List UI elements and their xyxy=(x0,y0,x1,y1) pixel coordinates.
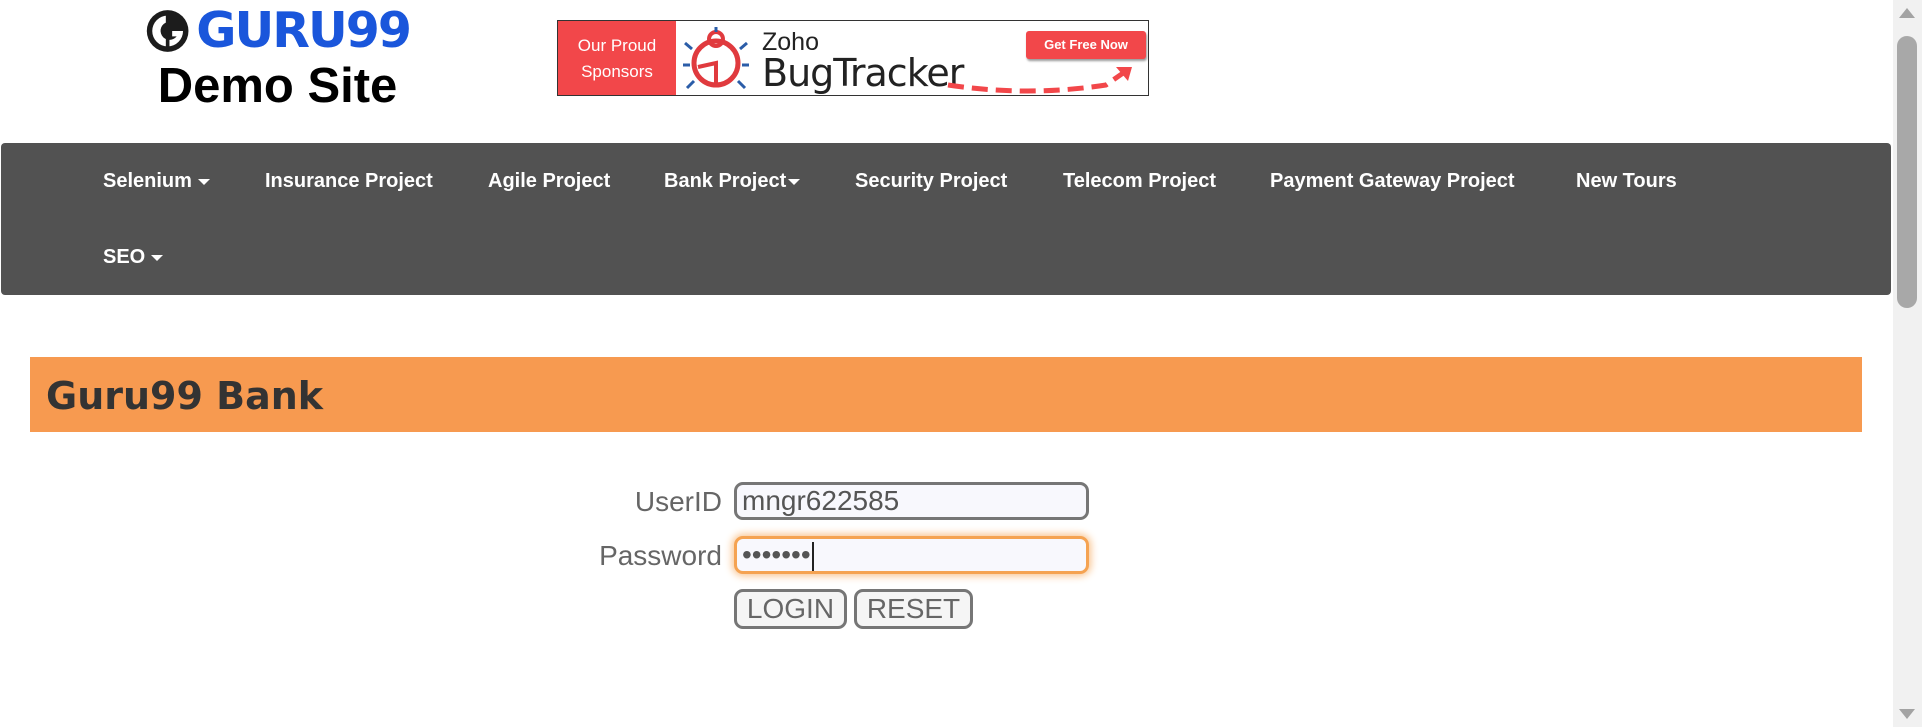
sponsor-product: BugTracker xyxy=(762,51,964,95)
chevron-down-icon xyxy=(788,178,801,185)
nav-item-selenium[interactable]: Selenium xyxy=(103,169,210,193)
nav-item-new-tours[interactable]: New Tours xyxy=(1576,169,1677,193)
nav-item-label: Payment Gateway Project xyxy=(1270,170,1515,192)
sponsor-tag: Our Proud Sponsors xyxy=(558,21,676,95)
nav-item-label: Insurance Project xyxy=(265,170,433,192)
sponsor-tag-line1: Our Proud xyxy=(577,36,657,55)
nav-item-label: New Tours xyxy=(1576,170,1677,192)
chevron-down-icon xyxy=(151,254,164,261)
nav-item-telecom-project[interactable]: Telecom Project xyxy=(1063,169,1216,193)
nav-item-agile-project[interactable]: Agile Project xyxy=(488,169,610,193)
dashed-arrow-icon xyxy=(947,67,1132,94)
bank-banner: Guru99 Bank xyxy=(30,357,1862,432)
scroll-down-icon[interactable] xyxy=(1899,709,1915,719)
nav-item-label: Telecom Project xyxy=(1063,170,1217,192)
chevron-down-icon xyxy=(197,178,210,185)
scrollbar-thumb[interactable] xyxy=(1897,36,1917,308)
nav-item-bank-project[interactable]: Bank Project xyxy=(664,169,801,193)
userid-value: mngr622585 xyxy=(742,485,900,516)
nav-item-label: Agile Project xyxy=(488,170,611,192)
sponsor-tag-line2: Sponsors xyxy=(581,62,653,81)
brand-name: GURU99 xyxy=(196,2,412,59)
nav-item-label: SEO xyxy=(103,246,146,268)
userid-label: UserID xyxy=(634,486,722,517)
password-value: ••••••• xyxy=(742,539,811,570)
nav-item-payment-gateway-project[interactable]: Payment Gateway Project xyxy=(1270,169,1515,193)
sponsor-cta-button[interactable]: Get Free Now xyxy=(1026,31,1146,59)
nav-item-label: Security Project xyxy=(855,170,1008,192)
reset-button[interactable]: RESET xyxy=(854,589,973,629)
site-brand[interactable]: GURU99 Demo Site xyxy=(145,2,412,113)
userid-field[interactable]: mngr622585 xyxy=(734,482,1089,520)
scroll-up-icon[interactable] xyxy=(1899,8,1915,18)
password-field[interactable]: ••••••• xyxy=(734,536,1089,574)
nav-item-label: Bank Project xyxy=(664,170,787,192)
page-title: Guru99 Bank xyxy=(46,374,324,418)
sponsor-banner[interactable]: Our Proud Sponsors Zoho BugTracker Get F… xyxy=(557,20,1149,96)
nav-item-label: Selenium xyxy=(103,170,192,192)
nav-item-insurance-project[interactable]: Insurance Project xyxy=(265,169,433,193)
main-navbar: Selenium Insurance Project Agile Project… xyxy=(1,143,1891,295)
vertical-scrollbar[interactable] xyxy=(1893,0,1922,727)
guru99-logo-icon xyxy=(146,10,189,52)
text-cursor xyxy=(811,541,814,571)
nav-item-seo[interactable]: SEO xyxy=(103,245,164,269)
password-label: Password xyxy=(599,540,722,571)
bug-icon xyxy=(683,27,749,90)
login-button[interactable]: LOGIN xyxy=(734,589,847,629)
brand-subtitle: Demo Site xyxy=(157,59,398,113)
nav-item-security-project[interactable]: Security Project xyxy=(855,169,1007,193)
